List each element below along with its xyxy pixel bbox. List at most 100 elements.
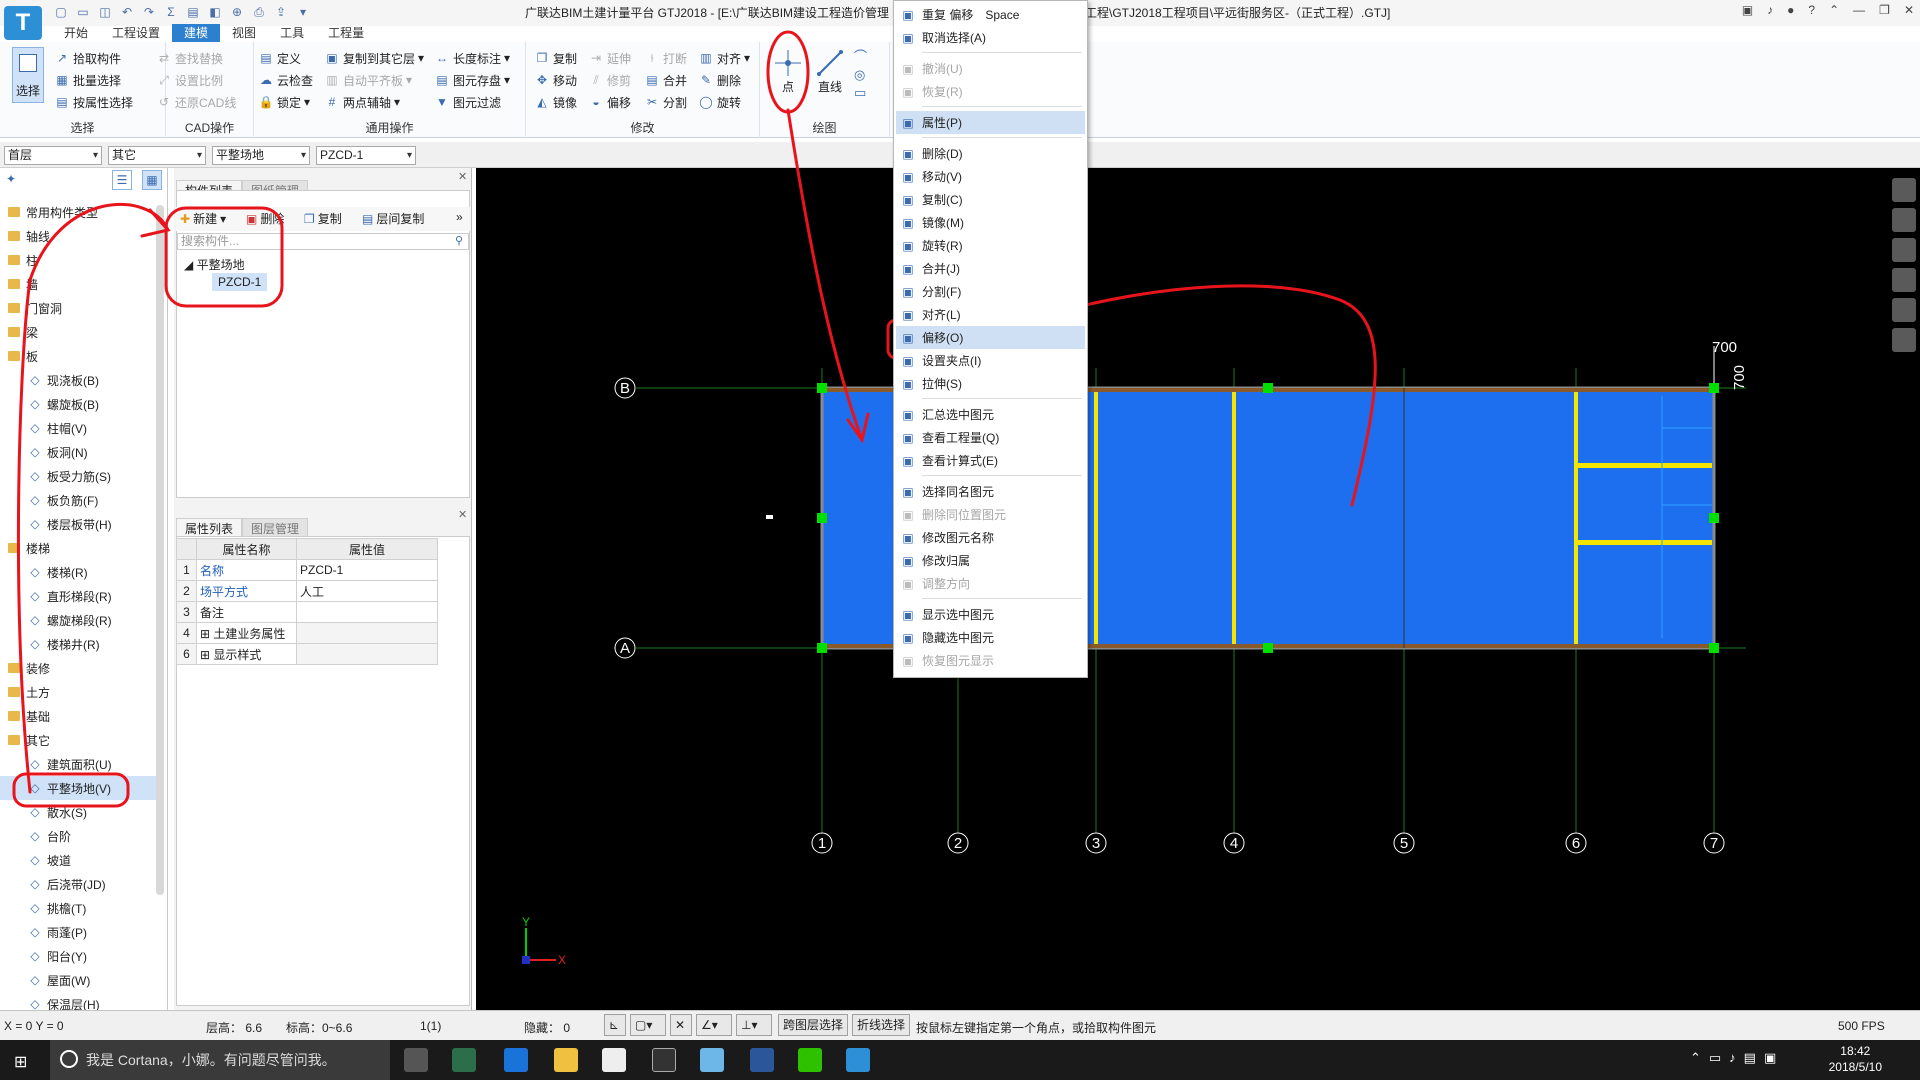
merge-button[interactable]: ▤ 合并 [644,70,687,90]
trim-button[interactable]: ⫽ 修剪 [588,70,631,90]
ortho-toggle[interactable]: ⊾ [604,1014,626,1036]
property-row[interactable]: 2 场平方式 人工 [176,580,438,602]
search-icon[interactable]: ⚲ [455,234,463,247]
nav-item[interactable]: ◇ 平整场地(V) [0,776,160,800]
new-component-button[interactable]: ✚ 新建 ▾ [180,210,226,227]
export-icon[interactable]: ⇪ [272,3,290,21]
app-icon[interactable] [700,1048,724,1072]
nav-item[interactable]: ◇ 楼层板带(H) [0,512,160,536]
nav-item[interactable]: ◇ 直形梯段(R) [0,584,160,608]
nav-item[interactable]: ◇ 屋面(W) [0,968,160,992]
chat-icon[interactable]: ● [1787,3,1794,17]
copy-to-other-floor-button[interactable]: ▣ 复制到其它层 ▾ [324,48,424,68]
tree-root[interactable]: ◢ 平整场地 [184,256,245,273]
undo-icon[interactable]: ↶ [118,3,136,21]
align-button[interactable]: ▥ 对齐 ▾ [698,48,750,68]
customize-icon[interactable]: ▾ [294,3,312,21]
view-icon[interactable]: ◧ [206,3,224,21]
zoom-icon[interactable]: ⊕ [228,3,246,21]
nav-category[interactable]: 柱 [0,248,160,272]
nav-item[interactable]: ◇ 楼梯井(R) [0,632,160,656]
close-panel-icon[interactable]: ✕ [458,170,467,183]
menu-item[interactable]: ▣ 显示选中图元 [896,603,1085,626]
menu-item[interactable]: ▣ 删除(D) [896,142,1085,165]
nav-category[interactable]: 其它 [0,728,160,752]
minimize-icon[interactable]: — [1853,3,1865,17]
cortana-search-box[interactable]: 我是 Cortana，小娜。有问题尽管问我。 [50,1040,390,1080]
open-folder-icon[interactable]: ▭ [74,3,92,21]
redo-icon[interactable]: ↷ [140,3,158,21]
save-icon[interactable]: ◫ [96,3,114,21]
bell-icon[interactable]: ♪ [1767,3,1773,17]
nav-item[interactable]: ◇ 坡道 [0,848,160,872]
tab-start[interactable]: 开始 [52,24,100,42]
nav-item[interactable]: ◇ 板受力筋(S) [0,464,160,488]
property-value[interactable]: 人工 [296,580,438,602]
offset-button[interactable]: ◒ 偏移 [588,92,631,112]
system-tray-icons[interactable]: ⌃▭♪▤▣ [1690,1050,1784,1066]
calculator-icon[interactable] [652,1048,676,1072]
menu-item[interactable]: ▣ 属性(P) [896,111,1085,134]
restore-cad-lines-button[interactable]: ↺ 还原CAD线 [156,92,236,112]
nav-item[interactable]: ◇ 挑檐(T) [0,896,160,920]
delete-button[interactable]: ✎ 删除 [698,70,741,90]
nav-scrollbar[interactable] [156,205,164,895]
menu-item[interactable]: ▣ 选择同名图元 [896,480,1085,503]
draw-more-tools[interactable]: ⌒ ◎ ▭ [854,48,874,102]
nav-category[interactable]: 常用构件类型 [0,200,160,224]
view-cube-icon[interactable] [1892,178,1916,202]
extend-button[interactable]: ⇥ 延伸 [588,48,631,68]
tab-property-list[interactable]: 属性列表 [176,518,243,538]
copy-button[interactable]: ❐ 复制 [534,48,577,68]
floor-select[interactable]: 首层 [4,146,102,165]
component-pzcd-1[interactable]: PZCD-1 [212,273,268,291]
menu-item[interactable]: ▣ 恢复图元显示 [896,649,1085,672]
menu-item[interactable]: ▣ 合并(J) [896,257,1085,280]
length-dimension-button[interactable]: ↔ 长度标注 ▾ [434,48,510,68]
nav-item[interactable]: ◇ 柱帽(V) [0,416,160,440]
restore-icon[interactable]: ❐ [1879,3,1890,17]
store-icon[interactable] [602,1048,626,1072]
pin-icon[interactable]: ✦ [6,172,16,186]
polyline-select-button[interactable]: 折线选择 [852,1014,911,1036]
edge-icon[interactable] [504,1048,528,1072]
expand-icon[interactable]: ⊞ [200,627,213,641]
nav-item[interactable]: ◇ 板负筋(F) [0,488,160,512]
tab-tools[interactable]: 工具 [268,24,316,42]
list-view-icon[interactable]: ☰ [112,170,132,190]
save-elements-button[interactable]: ▤ 图元存盘 ▾ [434,70,510,90]
component-select[interactable]: PZCD-1 [316,146,416,165]
tab-view[interactable]: 视图 [220,24,268,42]
nav-item[interactable]: ◇ 螺旋梯段(R) [0,608,160,632]
file-explorer-icon[interactable] [554,1048,578,1072]
cloud-check-button[interactable]: ☁ 云检查 [258,70,313,90]
set-scale-button[interactable]: ⤢ 设置比例 [156,70,223,90]
3d-view-icon[interactable] [1892,208,1916,232]
property-value[interactable] [296,643,438,665]
tab-quantity[interactable]: 工程量 [316,24,376,42]
menu-item[interactable]: ▣ 复制(C) [896,188,1085,211]
menu-item[interactable]: ▣ 对齐(L) [896,303,1085,326]
nav-category[interactable]: 基础 [0,704,160,728]
snap-toggle[interactable]: ▢▾ [630,1014,666,1036]
menu-item[interactable]: ▣ 修改归属 [896,549,1085,572]
close-properties-icon[interactable]: ✕ [458,508,467,521]
nav-item[interactable]: ◇ 螺旋板(B) [0,392,160,416]
print-icon[interactable]: ⎙ [250,3,268,21]
point-draw-button[interactable]: 点 [770,48,806,102]
property-row[interactable]: 3 备注 [176,601,438,623]
category-select[interactable]: 其它 [108,146,206,165]
close-icon[interactable]: ✕ [1904,3,1914,17]
property-row[interactable]: 1 名称 PZCD-1 [176,559,438,581]
lock-button[interactable]: 🔒 锁定 ▾ [258,92,311,112]
nav-item[interactable]: ◇ 阳台(Y) [0,944,160,968]
select-by-property-button[interactable]: ▤ 按属性选择 [54,92,133,112]
browser-360-icon[interactable] [452,1048,476,1072]
image-icon[interactable]: ▣ [1742,3,1753,17]
copy-between-floors-button[interactable]: ▤ 层间复制 [362,210,424,227]
nav-category[interactable]: 门窗洞 [0,296,160,320]
menu-item[interactable]: ▣ 重复 偏移 Space [896,3,1085,26]
nav-item[interactable]: ◇ 板洞(N) [0,440,160,464]
drawing-canvas[interactable]: B A 1 2 3 4 5 6 7 700 700 Y X [476,168,1920,1010]
auto-align-slab-button[interactable]: ▥ 自动平齐板 ▾ [324,70,412,90]
